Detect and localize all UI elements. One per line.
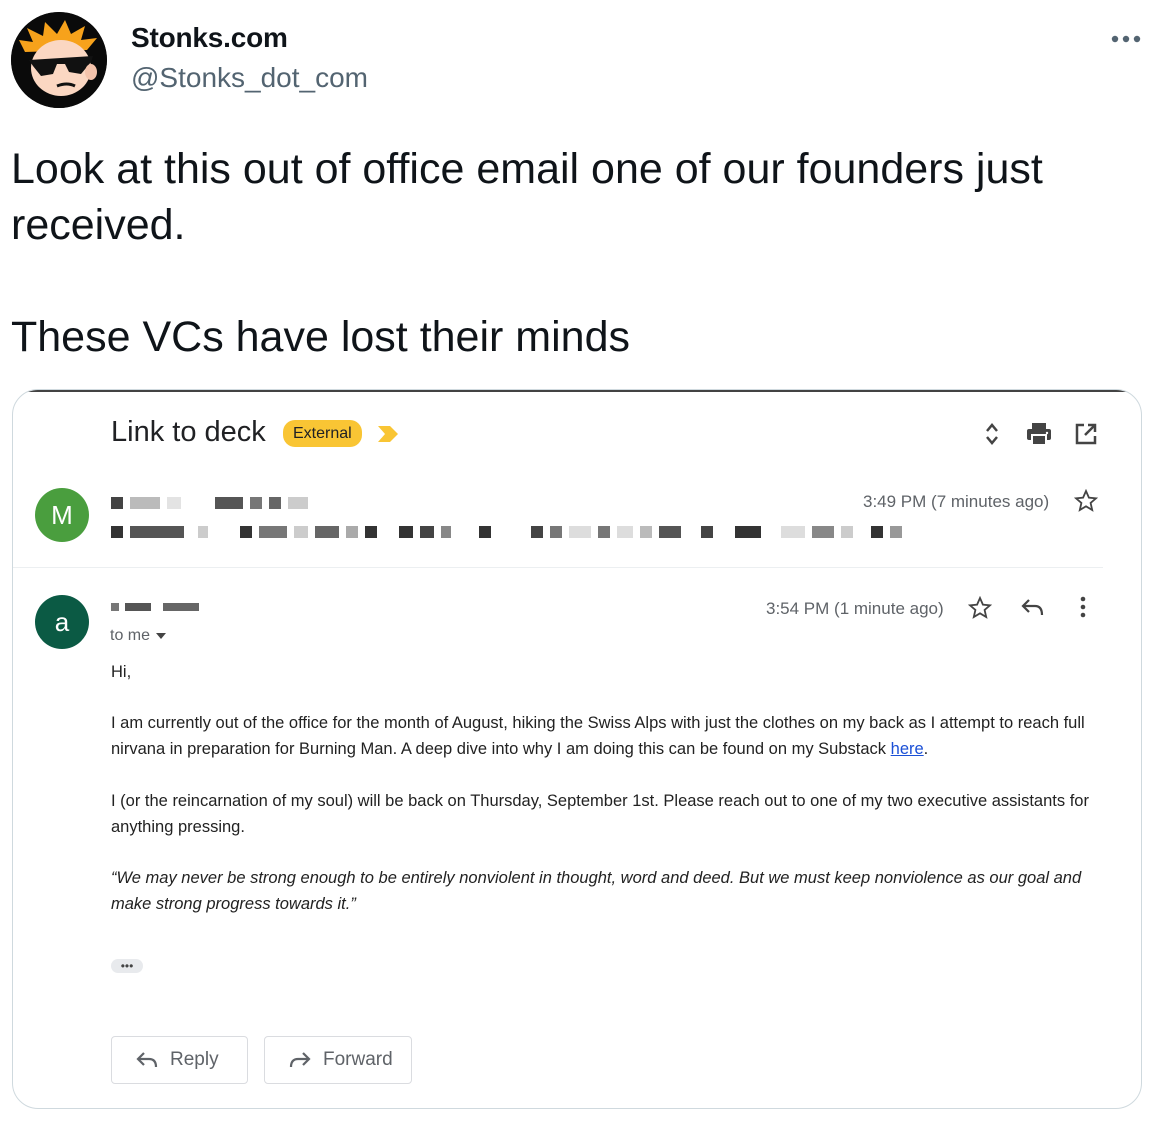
substack-link[interactable]: here xyxy=(891,740,924,758)
email-paragraph-2: I (or the reincarnation of my soul) will… xyxy=(111,792,1089,836)
author-name[interactable]: Stonks.com xyxy=(131,22,288,54)
reply-icon xyxy=(136,1052,158,1068)
paragraph-1-end: . xyxy=(923,740,929,758)
tweet-text: Look at this out of office email one of … xyxy=(11,145,1043,361)
email-subject: Link to deck xyxy=(111,416,266,448)
card-top-border xyxy=(13,390,1141,392)
caret-down-icon xyxy=(156,633,167,639)
author-handle[interactable]: @Stonks_dot_com xyxy=(131,62,368,94)
forward-button[interactable]: Forward xyxy=(264,1036,412,1084)
reply-icon[interactable] xyxy=(1020,597,1046,619)
forward-icon xyxy=(289,1052,311,1068)
forward-label: Forward xyxy=(323,1049,393,1070)
sender-avatar-a[interactable]: a xyxy=(35,595,89,649)
email-quote: “We may never be strong enough to be ent… xyxy=(111,869,1082,913)
to-me-label: to me xyxy=(110,627,151,644)
star-icon[interactable] xyxy=(1074,489,1098,513)
more-vert-icon[interactable] xyxy=(1079,595,1087,619)
paragraph-1-text: I am currently out of the office for the… xyxy=(111,714,1085,758)
email-paragraph-1: I am currently out of the office for the… xyxy=(111,710,1111,762)
first-message-time: 3:49 PM (7 minutes ago) xyxy=(863,492,1050,511)
sender-avatar-m[interactable]: M xyxy=(35,488,89,542)
star-icon[interactable] xyxy=(968,596,992,620)
redacted-sender-name xyxy=(111,496,315,510)
more-options-icon[interactable] xyxy=(1106,26,1146,52)
show-trimmed-content-button[interactable]: ••• xyxy=(111,959,143,973)
redacted-preview-text xyxy=(111,525,909,539)
second-message-time: 3:54 PM (1 minute ago) xyxy=(766,599,944,618)
importance-marker-icon[interactable] xyxy=(376,424,400,444)
stonks-logo-icon xyxy=(11,12,107,108)
message-divider xyxy=(13,567,1103,568)
redacted-sender-name xyxy=(111,600,206,614)
email-screenshot-card[interactable]: Link to deck External M 3:49 PM (7 minut… xyxy=(12,389,1142,1109)
email-greeting: Hi, xyxy=(111,663,132,681)
print-icon[interactable] xyxy=(1025,420,1053,448)
reply-label: Reply xyxy=(170,1049,219,1070)
reply-button[interactable]: Reply xyxy=(111,1036,248,1084)
external-badge: External xyxy=(283,420,362,447)
recipient-toggle[interactable]: to me xyxy=(110,627,167,645)
expand-collapse-icon[interactable] xyxy=(978,420,1006,448)
open-new-window-icon[interactable] xyxy=(1072,420,1100,448)
author-avatar[interactable] xyxy=(11,12,107,108)
